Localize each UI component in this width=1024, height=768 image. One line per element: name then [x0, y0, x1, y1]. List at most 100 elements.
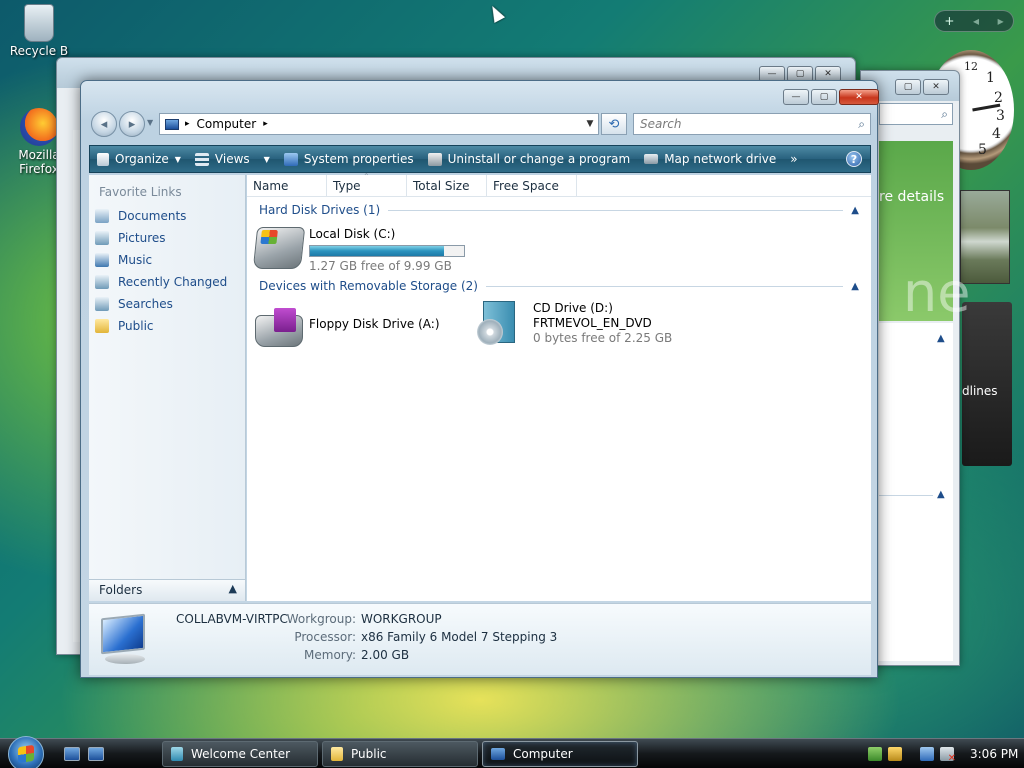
nav-link-documents[interactable]: Documents	[89, 205, 245, 227]
previous-icon[interactable]: ◂	[973, 14, 979, 28]
monitor-screen	[101, 613, 145, 655]
maximize-button[interactable]: ▢	[811, 89, 837, 105]
more-commands-button[interactable]: »	[783, 146, 804, 172]
group-divider	[388, 209, 844, 211]
address-dropdown-icon[interactable]: ▼	[582, 119, 598, 129]
help-button[interactable]: ?	[846, 151, 862, 167]
processor-value: x86 Family 6 Model 7 Stepping 3	[361, 630, 558, 644]
welcome-search-field[interactable]: ⌕	[879, 103, 953, 125]
collapse-chevron-icon[interactable]: ▲	[937, 489, 945, 500]
firefox-icon	[20, 108, 58, 146]
monitor-base	[105, 654, 145, 664]
forward-button[interactable]: ▸	[119, 111, 145, 137]
column-header-free-space[interactable]: Free Space	[487, 175, 577, 197]
next-icon[interactable]: ▸	[998, 14, 1004, 28]
sort-indicator-icon: ⌃	[363, 172, 370, 181]
command-bar: Organize ▼ Views ▼ System properties Uni…	[89, 145, 871, 173]
address-separator[interactable]: ▸	[263, 119, 268, 129]
views-button[interactable]: Views ▼	[188, 146, 277, 172]
nav-link-searches[interactable]: Searches	[89, 293, 245, 315]
column-header-name[interactable]: Name	[247, 175, 327, 197]
show-desktop-icon[interactable]	[64, 747, 80, 761]
minimize-button[interactable]: —	[783, 89, 809, 105]
programs-icon	[427, 152, 442, 166]
chevron-up-icon[interactable]: ▲	[851, 205, 859, 216]
processor-label: Processor:	[294, 630, 356, 644]
documents-icon	[95, 209, 109, 223]
group-title: Devices with Removable Storage (2)	[259, 279, 478, 293]
back-button[interactable]: ◂	[91, 111, 117, 137]
collapse-chevron-icon[interactable]: ▲	[937, 333, 945, 344]
computer-name: COLLABVM-VIRTPC	[176, 612, 288, 626]
column-headers: Name Type ⌃ Total Size Free Space	[247, 172, 871, 197]
music-icon	[95, 253, 109, 267]
mute-x-icon: ✕	[947, 753, 956, 764]
computer-icon	[165, 118, 179, 130]
caption-buttons: ▢ ✕	[895, 79, 949, 95]
feed-headlines-label: dlines	[962, 384, 998, 398]
uninstall-program-button[interactable]: Uninstall or change a program	[421, 146, 638, 172]
switch-windows-icon[interactable]	[88, 747, 104, 761]
address-location[interactable]: Computer	[197, 117, 257, 131]
folder-icon	[331, 747, 343, 761]
chevron-up-icon[interactable]: ▲	[851, 281, 859, 292]
group-hard-disk-drives[interactable]: Hard Disk Drives (1) ▲	[259, 203, 859, 217]
close-button[interactable]: ✕	[923, 79, 949, 95]
task-label: Welcome Center	[191, 747, 291, 761]
security-tray-icon[interactable]	[888, 747, 902, 761]
windows-logo-icon	[18, 744, 34, 764]
desktop-icon-recycle-bin[interactable]: Recycle B	[4, 4, 74, 58]
search-icon[interactable]: ⌕	[858, 117, 865, 132]
search-input[interactable]: Search ⌕	[633, 113, 871, 135]
close-button[interactable]: ✕	[839, 89, 879, 105]
folders-toggle[interactable]: Folders ▲	[89, 579, 246, 601]
recent-pages-dropdown-icon[interactable]: ▼	[147, 118, 153, 127]
floppy-drive-icon	[255, 308, 303, 347]
map-network-drive-button[interactable]: Map network drive	[637, 146, 783, 172]
nav-link-music[interactable]: Music	[89, 249, 245, 271]
taskbar-button-computer[interactable]: Computer	[482, 741, 638, 767]
drive-free-space: 1.27 GB free of 9.99 GB	[309, 259, 452, 273]
welcome-center-icon	[171, 747, 183, 761]
desktop-icon-label: Recycle B	[9, 44, 69, 58]
organize-button[interactable]: Organize ▼	[90, 146, 188, 172]
chevron-down-icon: ▼	[263, 154, 270, 164]
taskbar-clock[interactable]: 3:06 PM	[970, 747, 1018, 761]
chevron-down-icon: ▼	[174, 154, 181, 164]
refresh-button[interactable]: ⟲	[601, 113, 627, 135]
volume-muted-icon[interactable]: ✕	[940, 747, 956, 764]
drive-floppy-a[interactable]: Floppy Disk Drive (A:)	[255, 307, 440, 347]
system-properties-icon	[283, 152, 298, 166]
taskbar-button-welcome-center[interactable]: Welcome Center	[162, 741, 318, 767]
nav-link-recently-changed[interactable]: Recently Changed	[89, 271, 245, 293]
column-header-total-size[interactable]: Total Size	[407, 175, 487, 197]
workgroup-value: WORKGROUP	[361, 612, 442, 626]
recently-changed-icon	[95, 275, 109, 289]
system-properties-button[interactable]: System properties	[277, 146, 421, 172]
drive-cd-d[interactable]: CD Drive (D:) FRTMEVOL_EN_DVD 0 bytes fr…	[477, 301, 672, 346]
memory-label: Memory:	[304, 648, 356, 662]
drive-usage-fill	[310, 246, 445, 256]
navigation-pane: Favorite Links Documents Pictures Music …	[89, 175, 246, 601]
address-separator[interactable]: ▸	[185, 119, 190, 129]
drive-local-disk-c[interactable]: Local Disk (C:) 1.27 GB free of 9.99 GB	[252, 227, 465, 274]
display-tray-icon[interactable]	[920, 747, 934, 761]
explorer-window-computer[interactable]: — ▢ ✕ ◂ ▸ ▼ ▸ Computer ▸ ▼ ⟲ Search ⌕ Or…	[80, 80, 879, 678]
feed-headlines-gadget[interactable]: dlines	[962, 302, 1012, 466]
taskbar-button-public[interactable]: Public	[322, 741, 478, 767]
nav-link-label: Searches	[118, 297, 173, 311]
maximize-button[interactable]: ▢	[895, 79, 921, 95]
nav-link-pictures[interactable]: Pictures	[89, 227, 245, 249]
nav-link-public[interactable]: Public	[89, 315, 245, 337]
show-details-link[interactable]: re details	[879, 189, 944, 205]
gadget-sidebar-controls[interactable]: + ◂ ▸	[934, 10, 1014, 32]
drive-info: Local Disk (C:) 1.27 GB free of 9.99 GB	[309, 227, 465, 274]
add-gadget-icon[interactable]: +	[944, 14, 954, 28]
network-tray-icon[interactable]	[868, 747, 882, 761]
computer-icon	[491, 748, 505, 760]
welcome-banner: re details ne	[879, 141, 970, 324]
start-button[interactable]	[8, 736, 44, 768]
nav-link-label: Recently Changed	[118, 275, 228, 289]
group-removable-storage[interactable]: Devices with Removable Storage (2) ▲	[259, 279, 859, 293]
address-bar[interactable]: ▸ Computer ▸ ▼	[159, 113, 599, 135]
